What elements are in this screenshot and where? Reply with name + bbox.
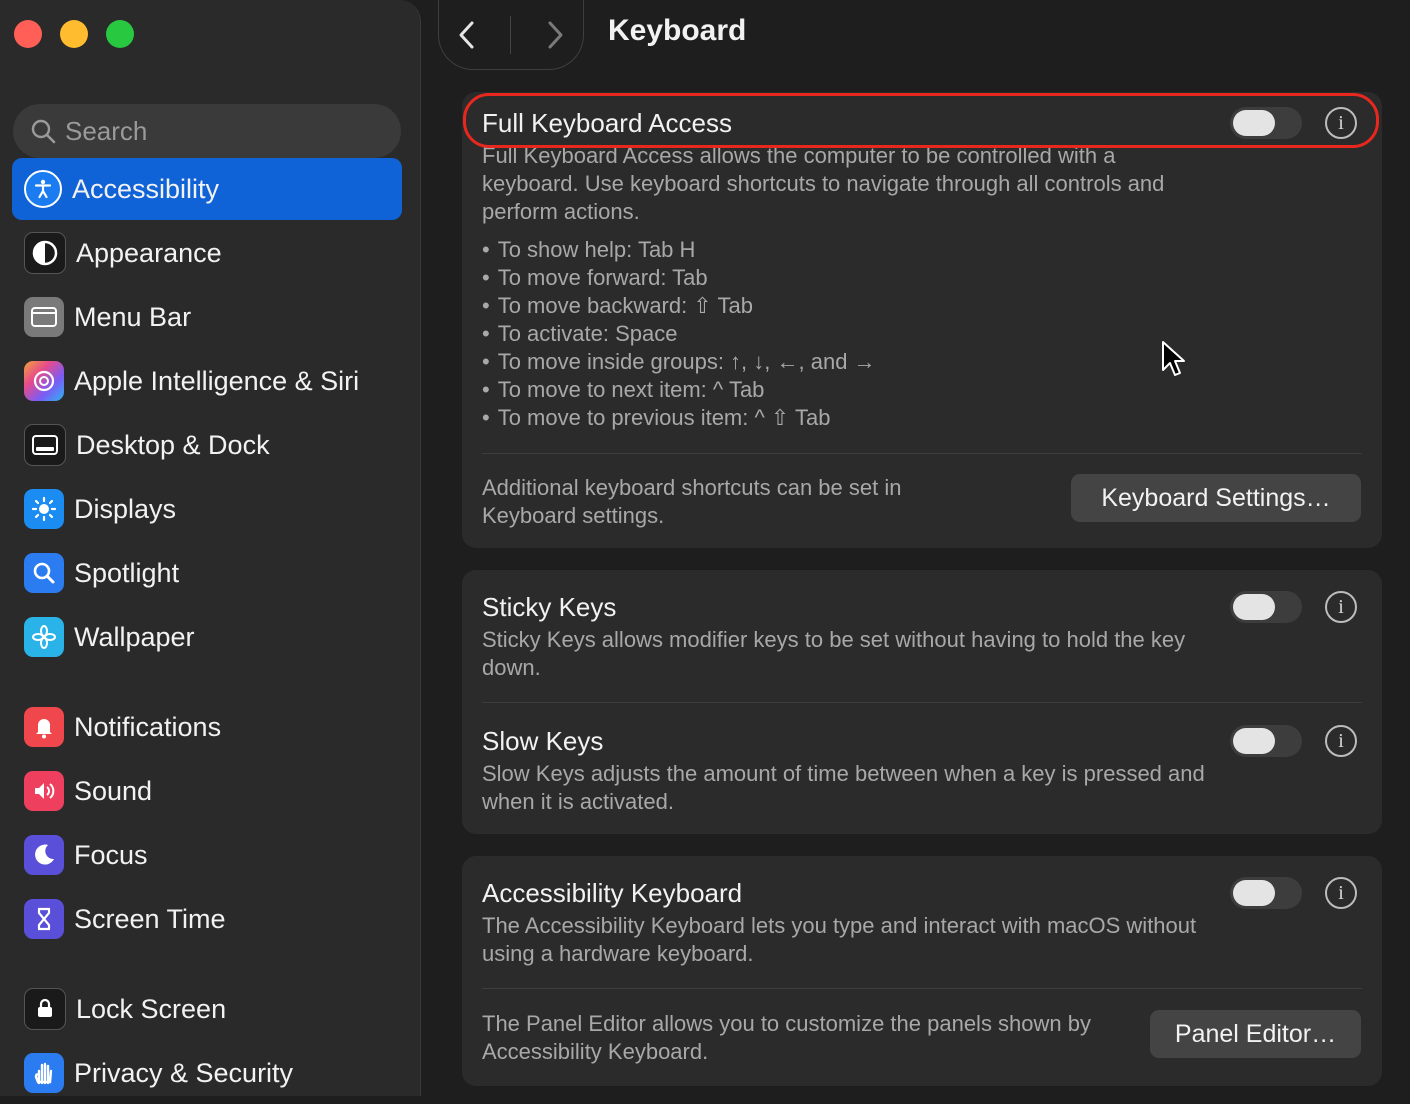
- sticky-keys-description: Sticky Keys allows modifier keys to be s…: [482, 627, 1186, 680]
- sidebar: Accessibility Appearance Menu Bar Apple …: [0, 0, 421, 1096]
- sidebar-item-lock-screen[interactable]: Lock Screen: [12, 978, 402, 1040]
- sidebar-item-label: Displays: [74, 493, 177, 524]
- siri-icon: [24, 361, 64, 401]
- highlight-ring: [463, 93, 1379, 148]
- list-item: To move forward: Tab: [482, 264, 876, 292]
- shortcut-list: To show help: Tab H To move forward: Tab…: [482, 236, 876, 432]
- panel-editor-note: The Panel Editor allows you to customize…: [482, 1011, 1091, 1064]
- list-item: To move inside groups: ↑, ↓, ←, and →: [482, 348, 876, 376]
- sidebar-item-displays[interactable]: Displays: [12, 478, 402, 540]
- sidebar-item-wallpaper[interactable]: Wallpaper: [12, 606, 402, 668]
- divider: [510, 15, 512, 54]
- accessibility-icon: [24, 170, 62, 208]
- desktop-dock-icon: [24, 424, 66, 466]
- sidebar-item-label: Sound: [74, 775, 153, 806]
- sidebar-item-label: Spotlight: [74, 557, 180, 588]
- sidebar-item-label: Accessibility: [72, 173, 220, 204]
- panel-editor-button[interactable]: Panel Editor…: [1150, 1010, 1361, 1058]
- keyboard-settings-button[interactable]: Keyboard Settings…: [1071, 474, 1361, 522]
- sidebar-item-label: Focus: [74, 839, 148, 870]
- slow-keys-description: Slow Keys adjusts the amount of time bet…: [482, 761, 1205, 814]
- accessibility-keyboard-title: Accessibility Keyboard: [482, 878, 743, 908]
- full-keyboard-access-card: Full Keyboard Access i Full Keyboard Acc…: [462, 92, 1382, 548]
- search-input[interactable]: [63, 114, 367, 148]
- sidebar-item-label: Wallpaper: [74, 621, 195, 652]
- sidebar-item-privacy-security[interactable]: Privacy & Security: [12, 1042, 402, 1104]
- sidebar-item-sound[interactable]: Sound: [12, 760, 402, 822]
- displays-icon: [24, 489, 64, 529]
- sidebar-item-label: Appearance: [76, 237, 222, 268]
- sidebar-item-label: Desktop & Dock: [76, 429, 270, 460]
- sidebar-item-label: Privacy & Security: [74, 1057, 294, 1088]
- sidebar-item-label: Apple Intelligence & Siri: [74, 365, 360, 396]
- divider: [482, 988, 1362, 989]
- wallpaper-icon: [24, 617, 64, 657]
- list-item: To move to next item: ^ Tab: [482, 376, 876, 404]
- sidebar-item-apple-intelligence-siri[interactable]: Apple Intelligence & Siri: [12, 350, 402, 412]
- accessibility-keyboard-toggle[interactable]: [1230, 877, 1302, 909]
- spotlight-icon: [24, 553, 64, 593]
- list-item: To move backward: ⇧ Tab: [482, 292, 876, 320]
- sidebar-item-appearance[interactable]: Appearance: [12, 222, 402, 284]
- info-icon[interactable]: i: [1325, 877, 1357, 909]
- sidebar-item-notifications[interactable]: Notifications: [12, 696, 402, 758]
- sidebar-item-spotlight[interactable]: Spotlight: [12, 542, 402, 604]
- slow-keys-title: Slow Keys: [482, 726, 604, 756]
- sidebar-item-menu-bar[interactable]: Menu Bar: [12, 286, 402, 348]
- menu-bar-icon: [24, 297, 64, 337]
- sidebar-item-accessibility[interactable]: Accessibility: [12, 158, 402, 220]
- list-item: To move to previous item: ^ ⇧ Tab: [482, 404, 876, 432]
- sidebar-item-desktop-dock[interactable]: Desktop & Dock: [12, 414, 402, 476]
- sidebar-item-focus[interactable]: Focus: [12, 824, 402, 886]
- accessibility-keyboard-description: The Accessibility Keyboard lets you type…: [482, 913, 1197, 966]
- sticky-keys-toggle[interactable]: [1230, 591, 1302, 623]
- back-icon[interactable]: [454, 19, 480, 51]
- sticky-slow-keys-card: Sticky Keys i Sticky Keys allows modifie…: [462, 570, 1382, 834]
- search-icon: [31, 119, 56, 144]
- list-item: To show help: Tab H: [482, 236, 876, 264]
- history-navigation: [438, 0, 584, 70]
- sidebar-item-label: Menu Bar: [74, 301, 192, 332]
- toggle-knob: [1233, 880, 1275, 906]
- list-item: To activate: Space: [482, 320, 876, 348]
- sidebar-item-screen-time[interactable]: Screen Time: [12, 888, 402, 950]
- sidebar-item-label: Notifications: [74, 711, 222, 742]
- divider: [482, 702, 1362, 703]
- sidebar-item-label: Screen Time: [74, 903, 226, 934]
- sidebar-item-label: Lock Screen: [76, 993, 227, 1024]
- info-icon[interactable]: i: [1325, 591, 1357, 623]
- lock-screen-icon: [24, 988, 66, 1030]
- toggle-knob: [1233, 594, 1275, 620]
- mouse-pointer-icon: [1162, 341, 1185, 376]
- slow-keys-toggle[interactable]: [1230, 725, 1302, 757]
- sticky-keys-title: Sticky Keys: [482, 592, 617, 622]
- close-window-button[interactable]: [14, 20, 42, 48]
- toggle-knob: [1233, 728, 1275, 754]
- keyboard-settings-note: Additional keyboard shortcuts can be set…: [482, 475, 902, 528]
- divider: [482, 453, 1362, 454]
- info-icon[interactable]: i: [1325, 725, 1357, 757]
- notifications-icon: [24, 707, 64, 747]
- focus-icon: [24, 835, 64, 875]
- privacy-security-icon: [24, 1053, 64, 1093]
- page-title: Keyboard: [608, 14, 747, 47]
- accessibility-keyboard-card: Accessibility Keyboard i The Accessibili…: [462, 856, 1382, 1086]
- window-controls: [14, 20, 134, 48]
- appearance-icon: [24, 232, 66, 274]
- minimize-window-button[interactable]: [60, 20, 88, 48]
- screen-time-icon: [24, 899, 64, 939]
- zoom-window-button[interactable]: [106, 20, 134, 48]
- sound-icon: [24, 771, 64, 811]
- forward-icon[interactable]: [542, 19, 568, 51]
- full-keyboard-access-description: Full Keyboard Access allows the computer…: [482, 143, 1165, 224]
- search-field[interactable]: [13, 104, 401, 158]
